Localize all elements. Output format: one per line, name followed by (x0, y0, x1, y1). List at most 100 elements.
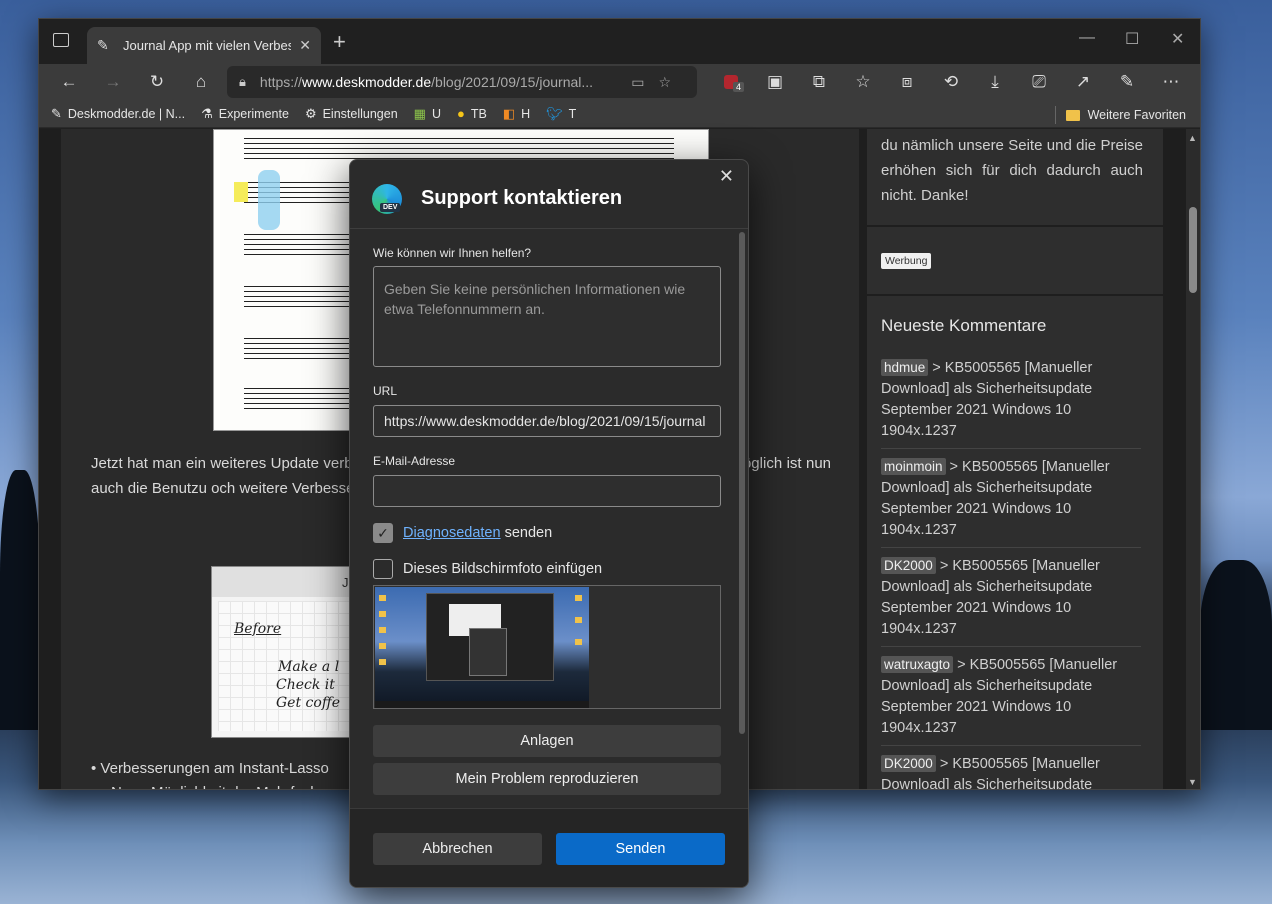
scroll-up-icon[interactable]: ▲ (1188, 133, 1197, 143)
read-aloud-icon[interactable]: ▭☆ (631, 74, 685, 91)
favorites-icon[interactable]: ☆ (841, 66, 885, 98)
address-bar[interactable]: 🔒︎ https://www.deskmodder.de/blog/2021/0… (227, 66, 697, 98)
more-favorites[interactable]: Weitere Favoriten (1054, 106, 1186, 124)
favorite-tb[interactable]: ● TB (457, 106, 487, 121)
dialog-title: Support kontaktieren (421, 187, 623, 209)
email-field[interactable] (373, 475, 721, 507)
history-icon[interactable]: ⟲ (929, 66, 973, 98)
divider (1054, 106, 1056, 124)
ext-icon: ▦ (413, 105, 426, 121)
back-icon[interactable]: ← (47, 66, 91, 98)
favorite-u[interactable]: ▦ U (414, 106, 441, 122)
mini-browser (426, 593, 554, 681)
comment-item[interactable]: DK2000 > KB5005565 [Manueller Download] … (881, 753, 1141, 789)
handwriting-before: Before (234, 621, 282, 637)
ad-label: Werbung (881, 253, 932, 269)
favorite-t[interactable]: 🐦︎ T (546, 106, 576, 122)
collections-icon[interactable]: ⧈ (885, 66, 929, 98)
desktop-tree (1200, 560, 1272, 730)
list-item: • Verbesserungen am Instant-Lasso (91, 760, 329, 777)
comment-item[interactable]: DK2000 > KB5005565 [Manueller Download] … (881, 555, 1141, 647)
send-button[interactable]: Senden (556, 833, 725, 865)
page-scrollbar[interactable]: ▲ ▼ (1186, 129, 1200, 789)
close-window-icon[interactable]: ✕ (1171, 29, 1184, 49)
pen-tool-icon[interactable]: ✎ (1105, 66, 1149, 98)
dev-badge: DEV (380, 203, 401, 212)
divider (867, 225, 1163, 227)
comment-item[interactable]: moinmoin > KB5005565 [Manueller Download… (881, 456, 1141, 548)
downloads-icon[interactable]: ⤓ (973, 66, 1017, 98)
forward-icon[interactable]: → (91, 66, 135, 98)
mini-taskbar (375, 701, 589, 708)
home-icon[interactable]: ⌂ (179, 66, 223, 98)
help-label: Wie können wir Ihnen helfen? (373, 246, 532, 260)
scroll-down-icon[interactable]: ▼ (1188, 777, 1197, 787)
screenshot-checkbox[interactable] (373, 559, 393, 579)
ublock-extension-icon[interactable]: 4 (709, 66, 753, 98)
favorite-deskmodder[interactable]: ✎ Deskmodder.de | N... (51, 106, 185, 122)
url-label: URL (373, 384, 398, 398)
handwriting-line: Make a l (278, 659, 340, 675)
diagnostics-label: Diagnosedaten senden (403, 525, 553, 541)
extension-icon-2[interactable]: ▣ (753, 66, 797, 98)
reproduce-button[interactable]: Mein Problem reproduzieren (373, 763, 721, 795)
divider (350, 228, 748, 229)
bird-icon: 🐦︎ (546, 105, 563, 121)
highlight-blue (258, 170, 280, 230)
diagnostics-link[interactable]: Diagnosedaten (403, 525, 501, 541)
stack-icon: ◧ (502, 105, 516, 121)
url-field[interactable]: https://www.deskmodder.de/blog/2021/09/1… (373, 405, 721, 437)
browser-tab[interactable]: ✎ Journal App mit vielen Verbesser ✕ (87, 27, 321, 64)
favorite-einstellungen[interactable]: ⚙ Einstellungen (305, 106, 398, 122)
desktop-icon (575, 617, 582, 623)
comment-author[interactable]: watruxagto (881, 656, 954, 673)
maximize-icon[interactable]: ☐ (1125, 29, 1139, 49)
sidebar: du nämlich unsere Seite und die Preise e… (867, 129, 1163, 789)
refresh-icon[interactable]: ↻ (135, 66, 179, 98)
diagnostics-checkbox[interactable]: ✓ (373, 523, 393, 543)
feature-list: • Verbesserungen am Instant-Lasso Neue M… (91, 757, 329, 789)
favorite-experimente[interactable]: ⚗ Experimente (201, 106, 289, 122)
pen-icon: ✎ (51, 105, 62, 121)
comment-author[interactable]: hdmue (881, 359, 929, 376)
extensions-icon[interactable]: ⧉ (797, 66, 841, 98)
extension-badge: 4 (733, 82, 745, 92)
gear-icon: ⚙ (304, 105, 317, 121)
favorite-h[interactable]: ◧ H (503, 106, 530, 122)
close-tab-icon[interactable]: ✕ (299, 37, 311, 54)
screenshot-label: Dieses Bildschirmfoto einfügen (403, 561, 603, 577)
staff (244, 138, 674, 160)
new-tab-button[interactable]: + (333, 29, 346, 55)
lock-icon[interactable]: 🔒︎ (239, 74, 246, 90)
highlight-a (234, 182, 248, 202)
comment-author[interactable]: DK2000 (881, 755, 936, 772)
comment-item[interactable]: hdmue > KB5005565 [Manueller Download] a… (881, 357, 1141, 449)
scroll-thumb[interactable] (1189, 207, 1197, 293)
handwriting-line: Check it (276, 677, 335, 693)
close-icon[interactable]: ✕ (719, 166, 734, 187)
comment-item[interactable]: watruxagto > KB5005565 [Manueller Downlo… (881, 654, 1141, 746)
attachments-button[interactable]: Anlagen (373, 725, 721, 757)
comment-author[interactable]: DK2000 (881, 557, 936, 574)
help-textarea[interactable]: Geben Sie keine persönlichen Information… (373, 266, 721, 367)
share-icon[interactable]: ↗ (1061, 66, 1105, 98)
sidebar-intro: du nämlich unsere Seite und die Preise e… (881, 137, 1143, 204)
more-menu-icon[interactable]: ⋯ (1149, 66, 1193, 98)
desktop-icon (379, 611, 386, 617)
cancel-button[interactable]: Abbrechen (373, 833, 542, 865)
desktop-icon (575, 639, 582, 645)
coin-icon: ● (456, 106, 465, 121)
divider (867, 294, 1163, 296)
edge-dev-logo: DEV (372, 184, 402, 214)
favorites-bar: ✎ Deskmodder.de | N... ⚗ Experimente ⚙ Eins… (39, 100, 1200, 128)
desktop-icon (379, 659, 386, 665)
title-bar: ✎ Journal App mit vielen Verbesser ✕ + —… (39, 19, 1200, 64)
dialog-scrollbar[interactable] (739, 232, 745, 734)
desktop-icon (379, 627, 386, 633)
minimize-icon[interactable]: — (1079, 29, 1095, 47)
folder-icon (1065, 109, 1080, 121)
tab-actions-icon[interactable] (53, 33, 69, 47)
comment-author[interactable]: moinmoin (881, 458, 946, 475)
support-dialog: ✕ DEV Support kontaktieren Wie können wi… (349, 159, 749, 888)
web-capture-icon[interactable]: ⎚ (1017, 66, 1061, 98)
